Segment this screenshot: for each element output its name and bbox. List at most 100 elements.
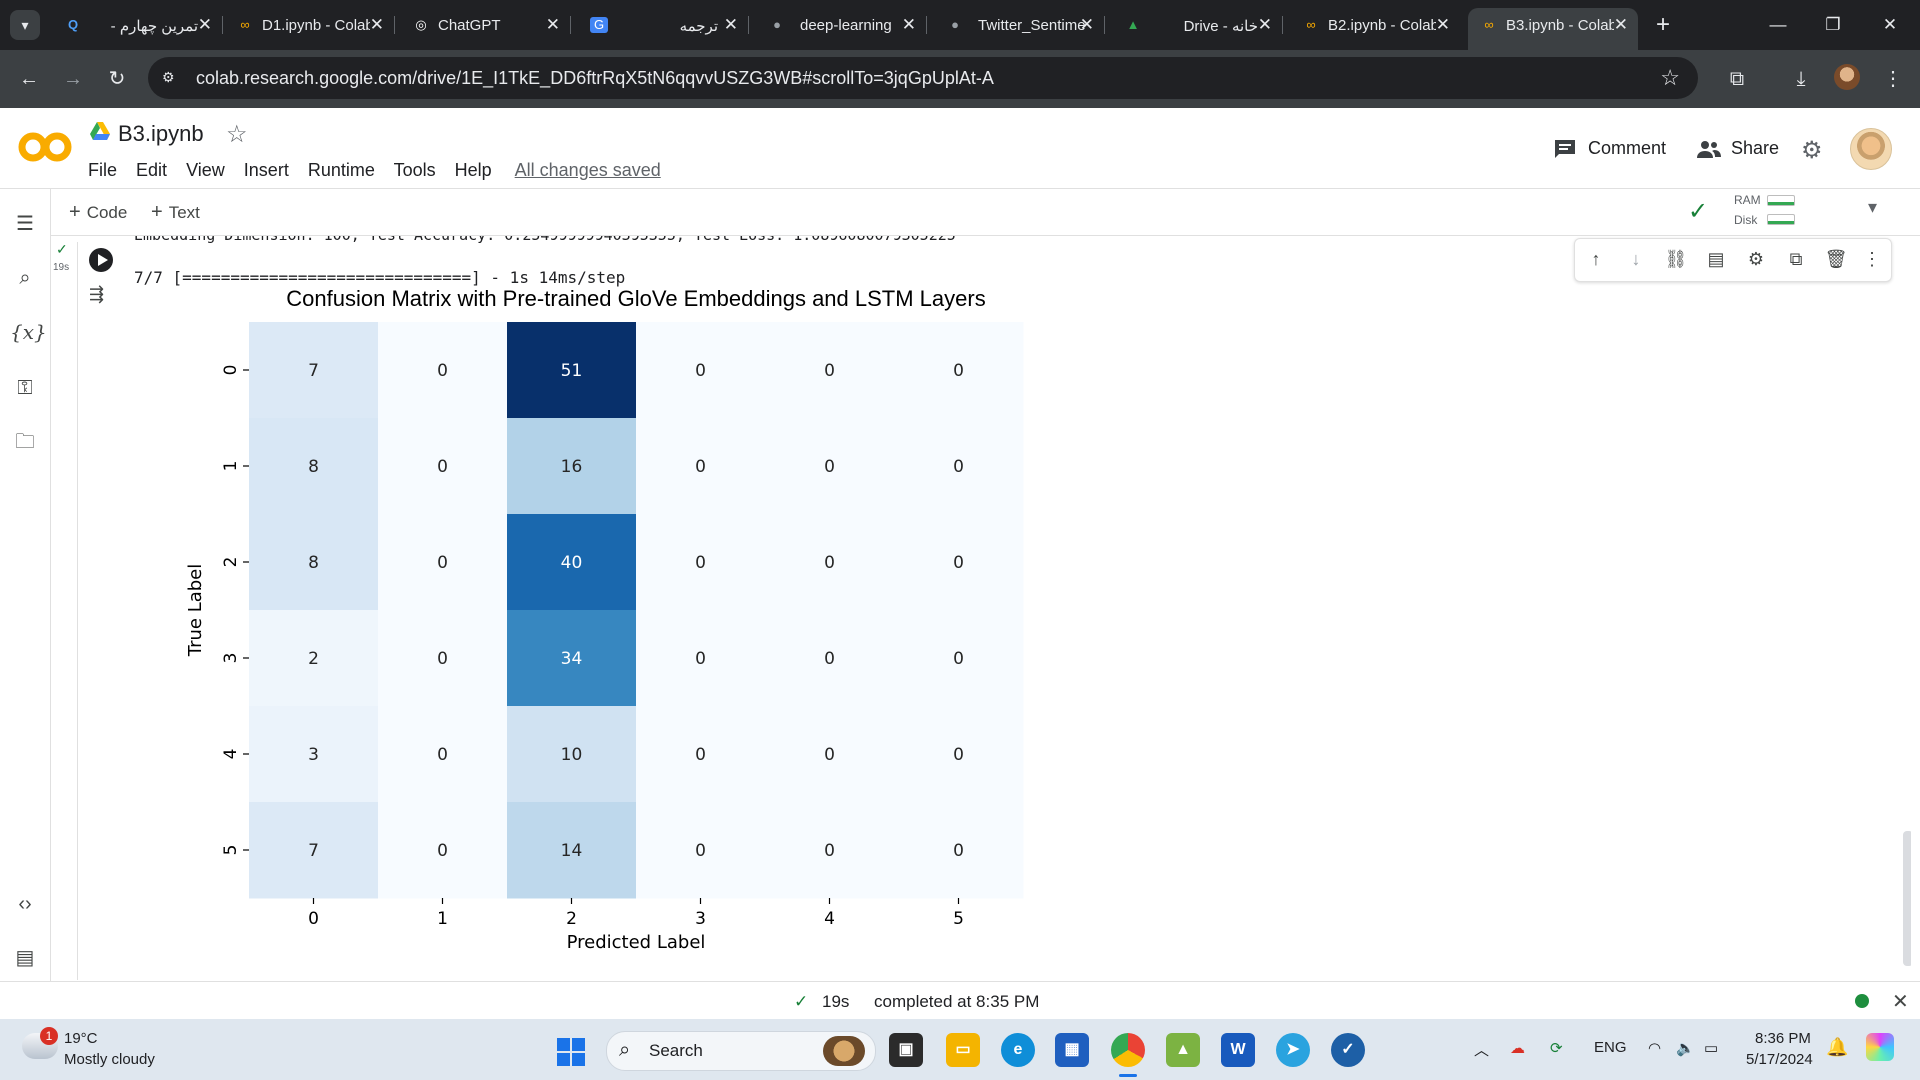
sync-icon[interactable]: ⟳ xyxy=(1550,1039,1563,1057)
browser-tab[interactable]: ● deep-learning ✕ xyxy=(756,8,927,42)
menu-file[interactable]: File xyxy=(88,160,117,180)
delete-icon[interactable]: 🗑 xyxy=(1823,249,1849,270)
taskbar-search-box[interactable]: ⌕ Search xyxy=(606,1031,876,1071)
browser-tab[interactable]: Q تمرین چهارم - ✕ xyxy=(52,8,223,42)
browser-tab[interactable]: G ترجمه ✕ xyxy=(578,8,749,42)
browser-tab-active[interactable]: ∞ B3.ipynb - Colab ✕ xyxy=(1468,8,1638,50)
status-completed-text[interactable]: completed at 8:35 PM xyxy=(874,992,1039,1012)
wifi-icon[interactable]: ◠ xyxy=(1648,1039,1661,1057)
run-cell-button[interactable] xyxy=(89,248,113,272)
tab-close-icon[interactable]: ✕ xyxy=(546,15,560,35)
minimize-icon[interactable]: — xyxy=(1758,10,1798,40)
menu-insert[interactable]: Insert xyxy=(244,160,289,180)
browser-tab[interactable]: ▲ خانه - Drive ✕ xyxy=(1112,8,1283,42)
address-bar[interactable]: ⚙ colab.research.google.com/drive/1E_I1T… xyxy=(148,57,1698,99)
search-icon[interactable]: ⌕ xyxy=(10,263,40,293)
store-icon[interactable]: ▦ xyxy=(1055,1033,1089,1067)
chrome-menu-icon[interactable]: ⋮ xyxy=(1878,64,1908,94)
volume-icon[interactable]: 🔈 xyxy=(1676,1039,1695,1057)
language-indicator[interactable]: ENG xyxy=(1594,1039,1627,1056)
share-button[interactable]: Share xyxy=(1697,138,1779,159)
code-snippets-icon[interactable]: ‹› xyxy=(10,889,40,919)
mirror-cell-icon[interactable]: ⧉ xyxy=(1783,249,1809,270)
word-icon[interactable]: W xyxy=(1221,1033,1255,1067)
browser-tab[interactable]: ∞ D1.ipynb - Colab ✕ xyxy=(224,8,395,42)
comment-button[interactable]: Comment xyxy=(1554,138,1666,159)
clock-date[interactable]: 5/17/2024 xyxy=(1746,1051,1813,1068)
tab-close-icon[interactable]: ✕ xyxy=(1080,15,1094,35)
tab-close-icon[interactable]: ✕ xyxy=(902,15,916,35)
download-icon[interactable]: ⤓ xyxy=(1786,64,1816,94)
cell-value-label: 16 xyxy=(561,457,583,477)
battery-icon[interactable]: ▭ xyxy=(1704,1039,1718,1057)
user-avatar[interactable] xyxy=(1850,128,1892,170)
tab-close-icon[interactable]: ✕ xyxy=(1436,15,1450,35)
tab-close-icon[interactable]: ✕ xyxy=(1614,15,1628,35)
browser-tab[interactable]: ● Twitter_Sentiment ✕ xyxy=(934,8,1105,42)
cell-settings-icon[interactable]: ⚙ xyxy=(1743,249,1769,270)
menu-tools[interactable]: Tools xyxy=(394,160,436,180)
tab-close-icon[interactable]: ✕ xyxy=(1258,15,1272,35)
tab-close-icon[interactable]: ✕ xyxy=(724,15,738,35)
ram-usage-bar[interactable] xyxy=(1767,195,1795,206)
move-down-icon[interactable]: ↓ xyxy=(1623,249,1649,270)
copilot-icon[interactable] xyxy=(1866,1033,1894,1061)
scrollbar-thumb[interactable] xyxy=(1903,831,1911,966)
folder-icon[interactable]: 🗀 xyxy=(10,427,40,457)
restore-icon[interactable]: ❐ xyxy=(1813,10,1853,40)
site-info-icon[interactable]: ⚙ xyxy=(162,69,175,86)
telegram-icon[interactable]: ➤ xyxy=(1276,1033,1310,1067)
tab-search-menu-button[interactable]: ▾ xyxy=(10,10,40,40)
save-status[interactable]: All changes saved xyxy=(515,160,661,180)
settings-gear-icon[interactable]: ⚙ xyxy=(1801,136,1823,165)
more-options-icon[interactable]: ⋮ xyxy=(1859,249,1885,270)
browser-tab[interactable]: ∞ B2.ipynb - Colab ✕ xyxy=(1290,8,1460,42)
forward-arrow-icon[interactable]: → xyxy=(58,64,88,94)
notebook-title[interactable]: B3.ipynb xyxy=(118,121,204,147)
menu-runtime[interactable]: Runtime xyxy=(308,160,375,180)
file-explorer-icon[interactable]: ▭ xyxy=(946,1033,980,1067)
tray-overflow-chevron-icon[interactable]: ︿ xyxy=(1474,1039,1489,1060)
comment-icon[interactable]: ▤ xyxy=(1703,249,1729,270)
table-of-contents-icon[interactable]: ☰ xyxy=(10,209,40,239)
move-up-icon[interactable]: ↑ xyxy=(1583,249,1609,270)
menu-edit[interactable]: Edit xyxy=(136,160,167,180)
variables-icon[interactable]: {x} xyxy=(10,317,47,347)
add-text-button[interactable]: + Text xyxy=(151,201,200,224)
notification-bell-icon[interactable]: 🔔 xyxy=(1826,1037,1848,1058)
new-tab-button[interactable]: + xyxy=(1650,10,1676,40)
status-close-icon[interactable]: ✕ xyxy=(1892,989,1909,1014)
terminal-icon[interactable]: ▤ xyxy=(10,943,40,973)
colab-logo[interactable] xyxy=(18,130,72,164)
star-icon[interactable]: ☆ xyxy=(226,120,248,149)
clock-time[interactable]: 8:36 PM xyxy=(1755,1030,1811,1047)
image-viewer-icon[interactable]: ▲ xyxy=(1166,1033,1200,1067)
weather-desc[interactable]: Mostly cloudy xyxy=(64,1051,155,1068)
tab-close-icon[interactable]: ✕ xyxy=(370,15,384,35)
task-view-icon[interactable]: ▣ xyxy=(889,1033,923,1067)
link-icon[interactable]: ⛓ xyxy=(1663,249,1689,270)
menu-help[interactable]: Help xyxy=(455,160,492,180)
vpn-app-icon[interactable]: ✓ xyxy=(1331,1033,1365,1067)
onedrive-icon[interactable]: ☁ xyxy=(1510,1039,1525,1057)
disk-usage-bar[interactable] xyxy=(1767,214,1795,225)
close-window-icon[interactable]: ✕ xyxy=(1870,10,1910,40)
reload-icon[interactable]: ↻ xyxy=(102,64,132,94)
drive-icon[interactable] xyxy=(90,122,110,140)
output-actions-icon[interactable]: ⇶ xyxy=(89,284,104,305)
chrome-icon[interactable] xyxy=(1111,1033,1145,1077)
runtime-dropdown-icon[interactable]: ▾ xyxy=(1868,197,1877,218)
add-code-button[interactable]: + Code xyxy=(69,201,127,224)
windows-start-icon[interactable] xyxy=(557,1038,585,1066)
weather-temp[interactable]: 19°C xyxy=(64,1030,98,1047)
browser-tab[interactable]: ◎ ChatGPT ✕ xyxy=(400,8,571,42)
profile-avatar[interactable] xyxy=(1834,64,1860,90)
extensions-icon[interactable]: ⧉ xyxy=(1722,64,1752,94)
menu-bar: File Edit View Insert Runtime Tools Help… xyxy=(88,160,675,181)
bookmark-star-icon[interactable]: ☆ xyxy=(1660,65,1680,91)
edge-icon[interactable]: e xyxy=(1001,1033,1035,1067)
back-arrow-icon[interactable]: ← xyxy=(14,64,44,94)
tab-close-icon[interactable]: ✕ xyxy=(198,15,212,35)
menu-view[interactable]: View xyxy=(186,160,225,180)
key-icon[interactable]: ⚿ xyxy=(10,373,40,403)
